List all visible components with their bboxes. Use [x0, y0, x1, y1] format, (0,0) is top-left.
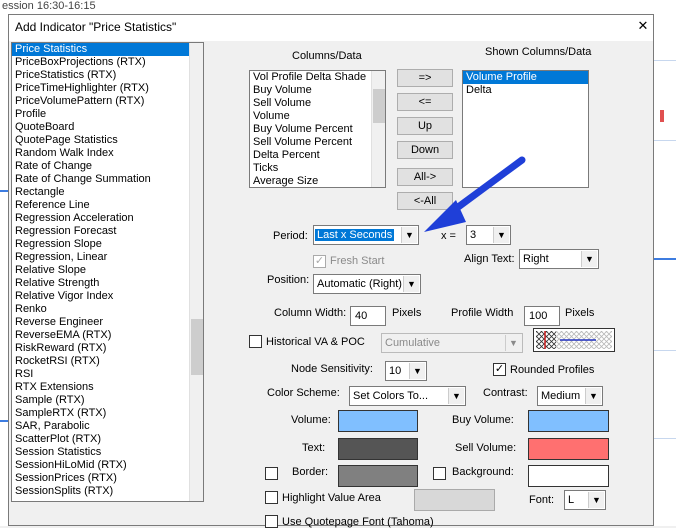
annotation-arrow-icon [424, 156, 526, 232]
